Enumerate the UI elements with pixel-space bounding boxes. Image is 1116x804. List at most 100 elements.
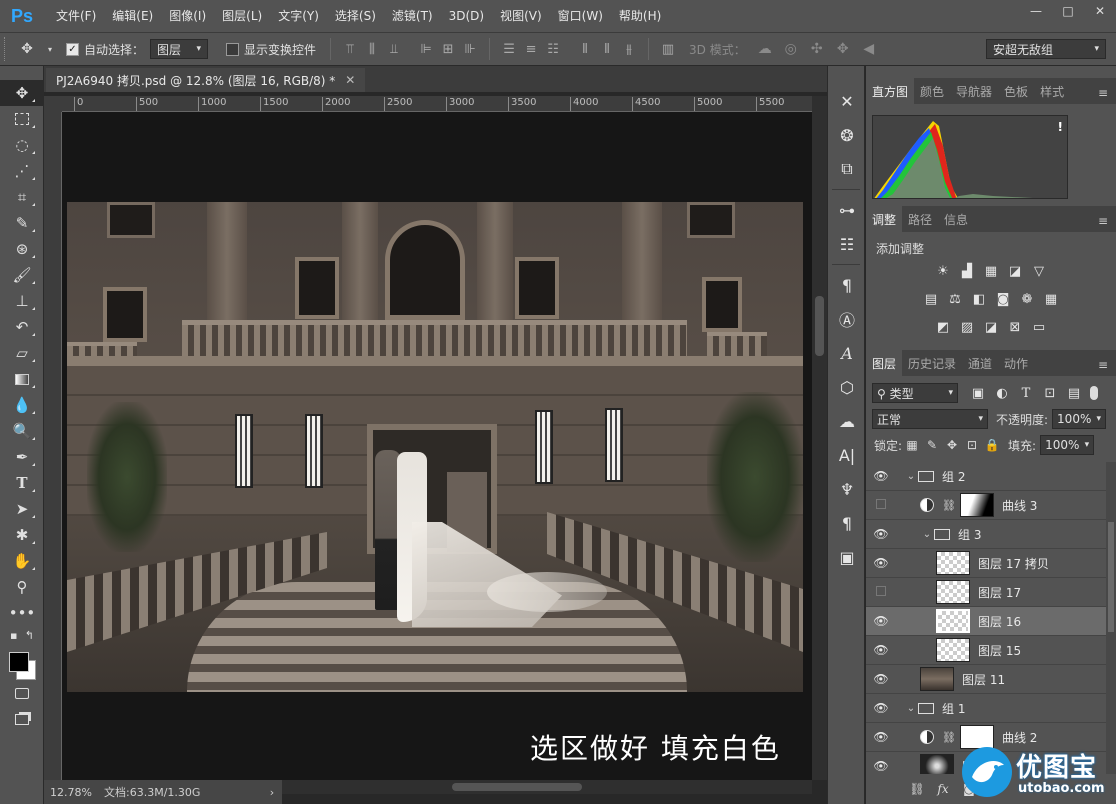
paragraph-icon[interactable]: ¶ [828, 506, 866, 540]
panel-tab[interactable]: 信息 [938, 206, 974, 232]
exposure-icon[interactable]: ◪ [1003, 260, 1027, 282]
panel-menu-icon[interactable]: ≡ [1098, 214, 1108, 228]
visibility-toggle[interactable] [866, 498, 896, 512]
canvas-area[interactable]: 选区做好 填充白色 [62, 112, 812, 780]
panel-tab[interactable]: 导航器 [950, 78, 998, 104]
status-menu-arrow-icon[interactable]: › [262, 786, 282, 799]
auto-align-icon[interactable]: ▥ [657, 39, 679, 59]
levels-icon[interactable]: ▟ [955, 260, 979, 282]
brightness-icon[interactable]: ☀ [931, 260, 955, 282]
toolbar-grip[interactable] [0, 66, 43, 80]
history-brush-tool-icon[interactable]: ↶ [0, 314, 44, 340]
blend-mode-select[interactable]: 正常 ▾ [872, 409, 988, 429]
horizontal-scrollbar[interactable] [282, 780, 812, 794]
distribute-bottom-icon[interactable]: ☷ [542, 39, 564, 59]
close-button[interactable]: ✕ [1084, 0, 1116, 22]
quick-mask-icon[interactable] [0, 680, 44, 706]
mask-link-icon[interactable]: ⛓ [942, 499, 956, 512]
panel-tab[interactable]: 动作 [998, 350, 1034, 376]
panel-tab[interactable]: 调整 [866, 206, 903, 232]
show-transform-checkbox[interactable] [226, 42, 240, 56]
minimize-button[interactable]: — [1020, 0, 1052, 22]
menu-item[interactable]: 3D(D) [441, 0, 492, 32]
orbit-3d-icon[interactable]: ☁ [752, 41, 778, 57]
move-tool-icon[interactable]: ✥ [0, 80, 44, 106]
crop-tool-icon[interactable]: ⌗ [0, 184, 44, 210]
black-white-icon[interactable]: ◧ [967, 288, 991, 310]
menu-item[interactable]: 文件(F) [48, 0, 104, 32]
foreground-color-swatch[interactable] [9, 652, 29, 672]
mask-link-icon[interactable]: ⛓ [942, 731, 956, 744]
character-icon[interactable]: A| [828, 438, 866, 472]
panel-tab[interactable]: 图层 [866, 350, 903, 376]
panel-menu-icon[interactable]: ≡ [1098, 86, 1108, 100]
paragraph-styles-icon[interactable]: ¶ [828, 268, 866, 302]
lock-artboard-icon[interactable]: ⊡ [962, 438, 982, 452]
vibrance-icon[interactable]: ▽ [1027, 260, 1051, 282]
layer-list[interactable]: 👁 ⌄ 组 2 ⛓ 曲线 3 👁 ⌄ 组 3 👁 图层 17 拷贝 图层 17 👁 图层 16 👁 图层 1… [866, 462, 1106, 774]
filter-toggle[interactable] [1090, 386, 1098, 400]
move-tool-icon[interactable]: ✥ [10, 37, 44, 61]
lasso-tool-icon[interactable]: ◌ [0, 132, 44, 158]
options-dropdown-icon[interactable]: ▾ [44, 37, 56, 61]
expand-chevron-icon[interactable]: ⌄ [904, 703, 918, 714]
align-hcenter-icon[interactable]: ⊞ [437, 39, 459, 59]
lock-all-icon[interactable]: 🔒 [982, 438, 1002, 452]
invert-icon[interactable]: ◩ [931, 316, 955, 338]
auto-select-target-select[interactable]: 图层 ▾ [150, 39, 209, 59]
screen-mode-icon[interactable] [0, 706, 44, 732]
layer-row[interactable]: 👁 图层 16 [866, 607, 1106, 636]
align-left-icon[interactable]: ⊫ [415, 39, 437, 59]
align-right-icon[interactable]: ⊪ [459, 39, 481, 59]
layer-row[interactable]: ⛓ 曲线 3 [866, 491, 1106, 520]
scroll-thumb[interactable] [815, 296, 824, 356]
layer-thumbnail[interactable] [920, 667, 954, 691]
quick-select-tool-icon[interactable]: ⋰ [0, 158, 44, 184]
layer-row[interactable]: 👁 图层 15 [866, 636, 1106, 665]
opacity-input[interactable]: 100% ▾ [1052, 409, 1107, 429]
ruler-corner[interactable] [44, 96, 62, 112]
photo-filter-icon[interactable]: ◙ [991, 288, 1015, 310]
hand-tool-icon[interactable]: ✋ [0, 548, 44, 574]
menu-item[interactable]: 选择(S) [327, 0, 384, 32]
eye-icon[interactable]: 👁 [866, 759, 896, 773]
clone-source-icon[interactable]: ⧉ [828, 152, 866, 186]
layer-row[interactable]: 👁 图层 17 拷贝 [866, 549, 1106, 578]
layer-row[interactable]: 👁 ⌄ 组 3 [866, 520, 1106, 549]
brush-tool-icon[interactable]: 🖌 [0, 262, 44, 288]
histogram-warning-icon[interactable]: ! [1058, 120, 1063, 134]
menu-item[interactable]: 视图(V) [492, 0, 550, 32]
panel-tab[interactable]: 颜色 [914, 78, 950, 104]
filter-shape-icon[interactable]: ⊡ [1038, 382, 1062, 404]
blur-tool-icon[interactable]: 💧 [0, 392, 44, 418]
properties-icon[interactable]: ⊶ [828, 193, 866, 227]
panel-tab[interactable]: 路径 [902, 206, 938, 232]
menu-item[interactable]: 滤镜(T) [384, 0, 441, 32]
eye-icon[interactable]: 👁 [866, 469, 896, 483]
filter-type-icon[interactable]: T [1014, 382, 1038, 404]
gradient-tool-icon[interactable] [0, 366, 44, 392]
distribute-left-icon[interactable]: ⦀ [574, 39, 596, 59]
eye-icon[interactable]: 👁 [866, 701, 896, 715]
layer-row[interactable]: 👁 图层 11 [866, 665, 1106, 694]
layer-thumbnail[interactable] [936, 638, 970, 662]
threshold-icon[interactable]: ◪ [979, 316, 1003, 338]
panel-tab[interactable]: 样式 [1034, 78, 1070, 104]
hue-saturation-icon[interactable]: ▤ [919, 288, 943, 310]
lock-position-icon[interactable]: ✥ [942, 438, 962, 452]
layer-comps-icon[interactable]: ▣ [828, 540, 866, 574]
layers-scrollbar[interactable] [1106, 462, 1116, 774]
layer-thumbnail[interactable] [936, 609, 970, 633]
expand-chevron-icon[interactable]: ⌄ [904, 471, 918, 482]
actions-icon[interactable]: ♆ [828, 472, 866, 506]
menu-item[interactable]: 图层(L) [214, 0, 270, 32]
eraser-tool-icon[interactable]: ▱ [0, 340, 44, 366]
zoom-level[interactable]: 12.78% [44, 786, 104, 799]
glyphs-icon[interactable]: A [828, 336, 866, 370]
path-select-tool-icon[interactable]: ➤ [0, 496, 44, 522]
filter-smart-object-icon[interactable]: ▤ [1062, 382, 1086, 404]
maximize-button[interactable]: □ [1052, 0, 1084, 22]
layer-row[interactable]: 👁 ⌄ 组 1 [866, 694, 1106, 723]
document-tab[interactable]: PJ2A6940 拷贝.psd @ 12.8% (图层 16, RGB/8) *… [46, 68, 366, 92]
filter-adjustment-icon[interactable]: ◐ [990, 382, 1014, 404]
